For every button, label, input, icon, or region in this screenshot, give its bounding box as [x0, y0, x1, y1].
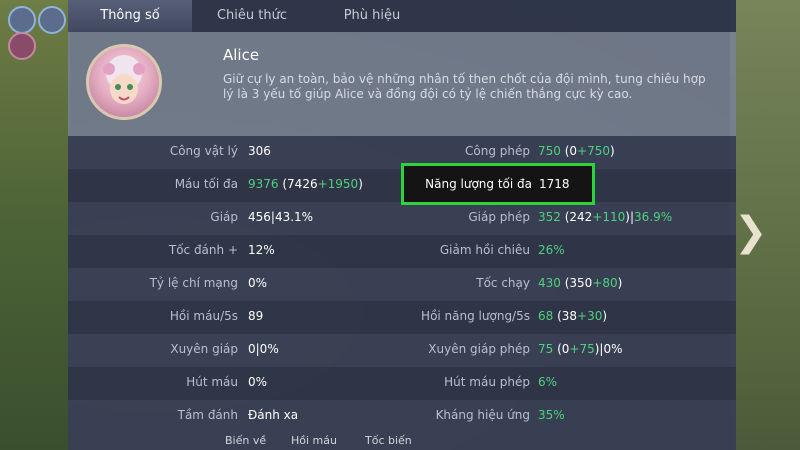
stat-value: 0%: [248, 375, 267, 389]
stat-value-part: 306: [248, 144, 271, 158]
stat-row: Xuyên giáp 0|0% Xuyên giáp phép 75 (0+75)|0…: [68, 334, 736, 367]
stat-value-part: +1950: [317, 177, 359, 191]
stat-label: Tốc đánh +: [168, 243, 238, 257]
stat-label: Xuyên giáp: [170, 342, 238, 356]
stat-label: Công vật lý: [169, 144, 238, 158]
stat-value: 750 (0+750): [538, 144, 615, 158]
game-background-left: [0, 0, 70, 450]
stat-label: Giáp: [210, 210, 238, 224]
stat-value-part: 0%: [248, 276, 268, 290]
hero-name: Alice: [223, 46, 260, 64]
stat-value-part: (7426: [278, 177, 318, 191]
stat-value-part: +750: [577, 144, 611, 158]
stat-value: 456|43.1%: [248, 210, 313, 224]
stat-value-part: 0|0%: [248, 342, 279, 356]
stat-value-max-energy: 1718: [539, 177, 570, 191]
stat-value-part: (350: [560, 276, 593, 290]
stat-row: Tỷ lệ chí mạng 0% Tốc chạy 430 (350+80): [68, 268, 736, 301]
stat-value: 35%: [538, 408, 565, 422]
stat-label: Giáp phép: [468, 210, 530, 224]
stat-value-part: 89: [248, 309, 264, 323]
stat-value-part: (0: [560, 144, 578, 158]
player-icon-3: [8, 32, 36, 60]
stat-value-part: 26%: [538, 243, 565, 257]
stat-value-part: ): [358, 177, 363, 191]
stat-value-part: ): [602, 309, 608, 323]
tab-stats[interactable]: Thông số: [68, 0, 192, 32]
skill-label-heal: Hồi máu: [291, 434, 337, 447]
stat-value: 430 (350+80): [538, 276, 622, 290]
stat-value-part: 35%: [538, 408, 565, 422]
stat-value-part: (242: [560, 210, 593, 224]
hero-summary: Alice Giữ cự ly an toàn, bảo vệ những nh…: [68, 32, 736, 136]
stat-value-part: 750: [538, 144, 561, 158]
stat-value-part: +75: [569, 342, 595, 356]
stat-value: 68 (38+30): [538, 309, 607, 323]
hero-info-panel: Thông số Chiêu thức Phù hiệu Alice Giữ c…: [68, 0, 736, 450]
stat-value: 306: [248, 144, 271, 158]
stat-value-part: 0%: [248, 375, 268, 389]
stat-value-part: ): [610, 144, 615, 158]
stat-label: Tầm đánh: [177, 408, 238, 422]
stat-value: 26%: [538, 243, 565, 257]
stat-value: 75 (0+75)|0%: [538, 342, 623, 356]
stat-value-part: 36.9%: [634, 210, 673, 224]
stat-label: Hồi máu/5s: [169, 309, 238, 323]
stat-row: Hồi máu/5s 89 Hồi năng lượng/5s 68 (38+30): [68, 301, 736, 334]
stat-value-part: (0: [553, 342, 570, 356]
stat-value: 0|0%: [248, 342, 279, 356]
stat-row: Giáp 456|43.1% Giáp phép 352 (242+110)|36.9…: [68, 202, 736, 235]
chevron-right-icon[interactable]: ❯: [734, 212, 768, 252]
stat-value-part: (38: [553, 309, 578, 323]
stat-value-part: +30: [577, 309, 603, 323]
tab-skills[interactable]: Chiêu thức: [192, 0, 312, 32]
stat-label: Tốc chạy: [476, 276, 530, 290]
stat-value-part: 75: [538, 342, 554, 356]
stat-label: Xuyên giáp phép: [428, 342, 530, 356]
stat-label: Kháng hiệu ứng: [435, 408, 530, 422]
stat-value-part: +80: [592, 276, 618, 290]
stat-label: Công phép: [465, 144, 530, 158]
stat-label: Hút máu phép: [444, 375, 530, 389]
skill-label-flash: Tốc biến: [365, 434, 412, 447]
stat-value: Đánh xa: [248, 408, 298, 422]
stat-value-part: 430: [538, 276, 561, 290]
stat-label: Giảm hồi chiêu: [439, 243, 530, 257]
stat-value-part: 352: [538, 210, 561, 224]
tab-bar: Thông số Chiêu thức Phù hiệu: [68, 0, 736, 32]
stat-row: Tầm đánh Đánh xa Kháng hiệu ứng 35%: [68, 400, 736, 433]
stat-value-part: 68: [538, 309, 554, 323]
tab-arcana[interactable]: Phù hiệu: [312, 0, 432, 32]
stat-value: 12%: [248, 243, 275, 257]
highlighted-stat-box: Năng lượng tối đa 1718: [401, 163, 595, 205]
stat-value-part: +110: [592, 210, 626, 224]
hero-description: Giữ cự ly an toàn, bảo vệ những nhân tố …: [223, 72, 706, 101]
stat-value-part: Đánh xa: [248, 408, 299, 422]
stat-value: 0%: [248, 276, 267, 290]
stat-row: Hút máu 0% Hút máu phép 6%: [68, 367, 736, 400]
player-icon-1: [8, 6, 36, 34]
stat-value-part: 12%: [248, 243, 275, 257]
stat-value-part: 6%: [538, 375, 558, 389]
stat-value: 6%: [538, 375, 557, 389]
stat-label: Tỷ lệ chí mạng: [149, 276, 238, 290]
stat-value-part: 9376: [248, 177, 279, 191]
hero-avatar: [86, 44, 162, 120]
stat-value: 352 (242+110)|36.9%: [538, 210, 672, 224]
player-icon-2: [38, 6, 66, 34]
stat-value: 9376 (7426+1950): [248, 177, 363, 191]
stat-value-part: ): [617, 276, 623, 290]
stat-label-max-energy: Năng lượng tối đa: [425, 177, 532, 191]
skill-label-recall: Biến về: [225, 434, 267, 447]
stat-value: 89: [248, 309, 263, 323]
stat-value-part: )|: [625, 210, 635, 224]
stat-label: Hồi năng lượng/5s: [421, 309, 530, 323]
stat-label: Máu tối đa: [174, 177, 238, 191]
stat-value-part: 456|43.1%: [248, 210, 314, 224]
stat-value-part: )|0%: [594, 342, 623, 356]
stat-label: Hút máu: [186, 375, 238, 389]
stat-row: Tốc đánh + 12% Giảm hồi chiêu 26%: [68, 235, 736, 268]
